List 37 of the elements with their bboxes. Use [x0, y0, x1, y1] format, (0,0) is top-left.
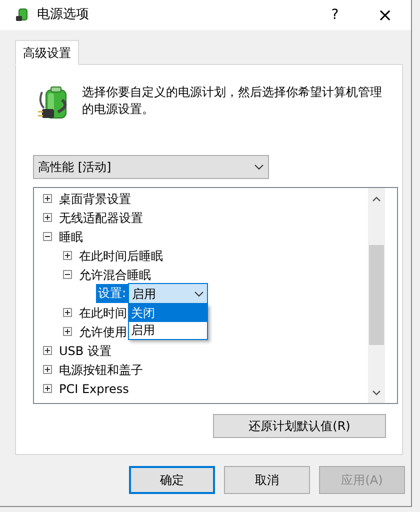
expand-icon[interactable] — [43, 346, 52, 355]
expand-icon[interactable] — [43, 365, 52, 374]
dialog-button[interactable]: 确定 — [129, 466, 215, 494]
expand-icon[interactable] — [43, 194, 52, 203]
tree-item[interactable]: 允许混合睡眠 — [79, 266, 151, 284]
expand-icon[interactable] — [63, 327, 72, 336]
tree-item[interactable]: 睡眠 — [59, 228, 83, 246]
tree-item[interactable]: 桌面背景设置 — [59, 190, 131, 208]
tab[interactable]: 高级设置 — [15, 40, 79, 65]
expand-icon[interactable] — [63, 251, 72, 260]
dropdown-option[interactable]: 关闭 — [129, 305, 208, 322]
dropdown-option[interactable]: 启用 — [129, 322, 208, 339]
chevron-down-icon — [254, 164, 264, 170]
expand-icon[interactable] — [43, 213, 52, 222]
collapse-icon[interactable] — [63, 270, 72, 279]
tree-item[interactable]: 在此时间 — [79, 304, 127, 322]
tree-item[interactable]: 允许使用 — [79, 322, 127, 340]
setting-dropdown[interactable]: 启用 — [128, 283, 208, 304]
tree-item[interactable]: PCI Express — [59, 380, 129, 398]
close-button[interactable]: × — [375, 2, 395, 28]
restore-defaults-button[interactable]: 还原计划默认值(R) — [213, 414, 386, 438]
scrollbar[interactable] — [368, 188, 385, 403]
chevron-down-icon — [194, 290, 204, 296]
setting-label: 设置: — [96, 284, 128, 303]
collapse-icon[interactable] — [43, 232, 52, 241]
tree-item[interactable]: 电源按钮和盖子 — [59, 360, 143, 378]
help-button[interactable]: ? — [325, 4, 345, 26]
expand-icon[interactable] — [63, 308, 72, 317]
plan-dropdown[interactable]: 高性能 [活动] — [33, 155, 269, 179]
battery-plug-icon — [15, 8, 29, 22]
tree-item[interactable]: 无线适配器设置 — [59, 208, 143, 226]
description-text: 选择你要自定义的电源计划，然后选择你希望计算机管理的电源设置。 — [82, 84, 383, 118]
dialog-button[interactable]: 取消 — [224, 466, 310, 494]
tree-item[interactable]: 在此时间后睡眠 — [79, 246, 163, 264]
expand-icon[interactable] — [43, 384, 52, 393]
window-title: 电源选项 — [37, 6, 89, 24]
tree-item[interactable]: USB 设置 — [59, 342, 112, 360]
